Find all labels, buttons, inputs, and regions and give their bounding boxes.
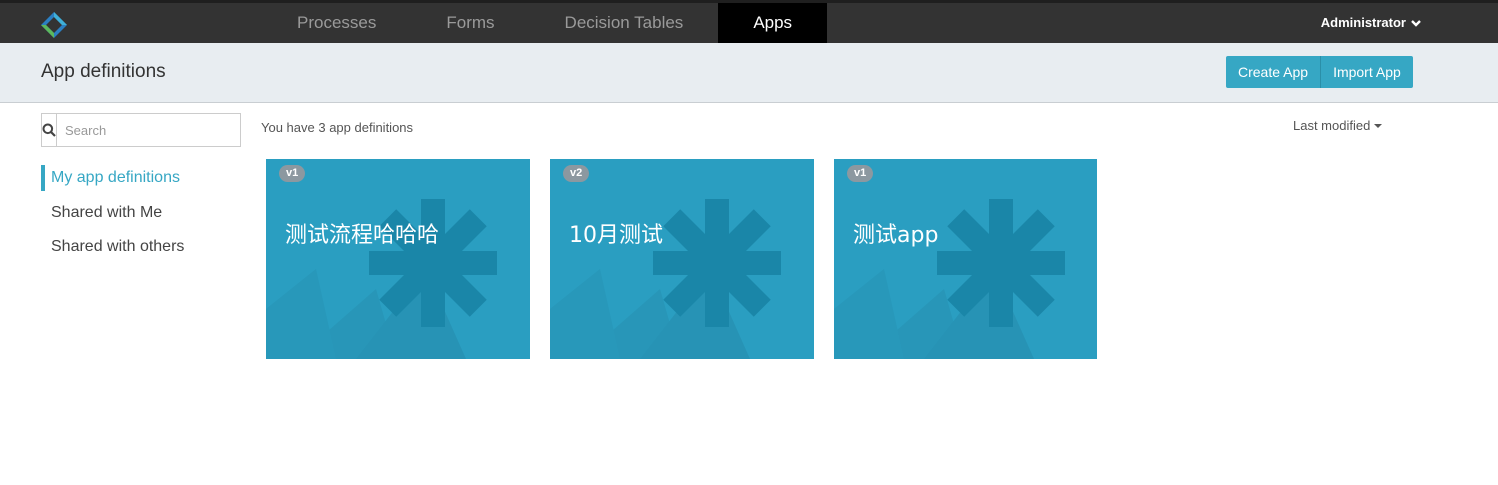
user-menu[interactable]: Administrator bbox=[1321, 3, 1422, 43]
version-badge: v2 bbox=[563, 165, 590, 182]
app-card[interactable]: v1 测试app bbox=[834, 159, 1097, 359]
version-badge: v1 bbox=[279, 165, 306, 182]
caret-down-icon bbox=[1374, 123, 1383, 128]
app-logo-icon[interactable] bbox=[40, 11, 68, 39]
sidebar-item-label: My app definitions bbox=[51, 169, 180, 186]
sidebar-item-shared-with-me[interactable]: Shared with Me bbox=[41, 199, 184, 233]
sidebar-item-shared-with-others[interactable]: Shared with others bbox=[41, 233, 184, 267]
nav-tab-processes[interactable]: Processes bbox=[262, 3, 411, 43]
search-input[interactable] bbox=[57, 114, 241, 146]
app-card[interactable]: v2 10月测试 bbox=[550, 159, 814, 359]
nav-tab-label: Processes bbox=[297, 13, 377, 32]
header-actions: Create App Import App bbox=[1226, 56, 1413, 88]
sidebar-item-my-app-definitions[interactable]: My app definitions bbox=[41, 165, 184, 191]
sidebar-item-label: Shared with Me bbox=[51, 204, 163, 221]
top-navbar: Processes Forms Decision Tables Apps Adm… bbox=[0, 0, 1498, 49]
main-nav: Processes Forms Decision Tables Apps bbox=[262, 3, 828, 49]
nav-tab-apps[interactable]: Apps bbox=[718, 3, 828, 49]
create-app-button[interactable]: Create App bbox=[1226, 56, 1321, 88]
sort-dropdown[interactable]: Last modified bbox=[1293, 118, 1383, 133]
nav-tab-decision-tables[interactable]: Decision Tables bbox=[530, 3, 719, 43]
search-box bbox=[41, 113, 241, 147]
search-button[interactable] bbox=[42, 114, 57, 146]
user-name: Administrator bbox=[1320, 15, 1406, 30]
definitions-count: You have 3 app definitions bbox=[261, 120, 414, 135]
app-card-title: 测试流程哈哈哈 bbox=[285, 223, 440, 248]
search-icon bbox=[42, 123, 56, 137]
nav-tab-forms[interactable]: Forms bbox=[411, 3, 529, 43]
sidebar-item-label: Shared with others bbox=[51, 238, 185, 255]
version-badge: v1 bbox=[847, 165, 874, 182]
app-card[interactable]: v1 测试流程哈哈哈 bbox=[266, 159, 530, 359]
asterisk-icon bbox=[937, 199, 1065, 327]
page-title: App definitions bbox=[41, 61, 166, 82]
app-card-background bbox=[550, 199, 781, 359]
import-app-button[interactable]: Import App bbox=[1320, 56, 1413, 88]
page-header: App definitions Create App Import App bbox=[0, 43, 1498, 103]
nav-tab-label: Forms bbox=[446, 13, 495, 32]
nav-tab-label: Apps bbox=[753, 13, 793, 32]
asterisk-icon bbox=[653, 199, 781, 327]
sort-label: Last modified bbox=[1293, 118, 1371, 133]
nav-tab-label: Decision Tables bbox=[564, 13, 684, 32]
app-card-background bbox=[834, 199, 1065, 359]
app-card-title: 10月测试 bbox=[569, 223, 663, 248]
app-card-background bbox=[266, 199, 497, 359]
sidebar-nav: My app definitions Shared with Me Shared… bbox=[41, 165, 184, 267]
chevron-down-icon bbox=[1411, 20, 1421, 27]
app-card-title: 测试app bbox=[853, 223, 939, 248]
